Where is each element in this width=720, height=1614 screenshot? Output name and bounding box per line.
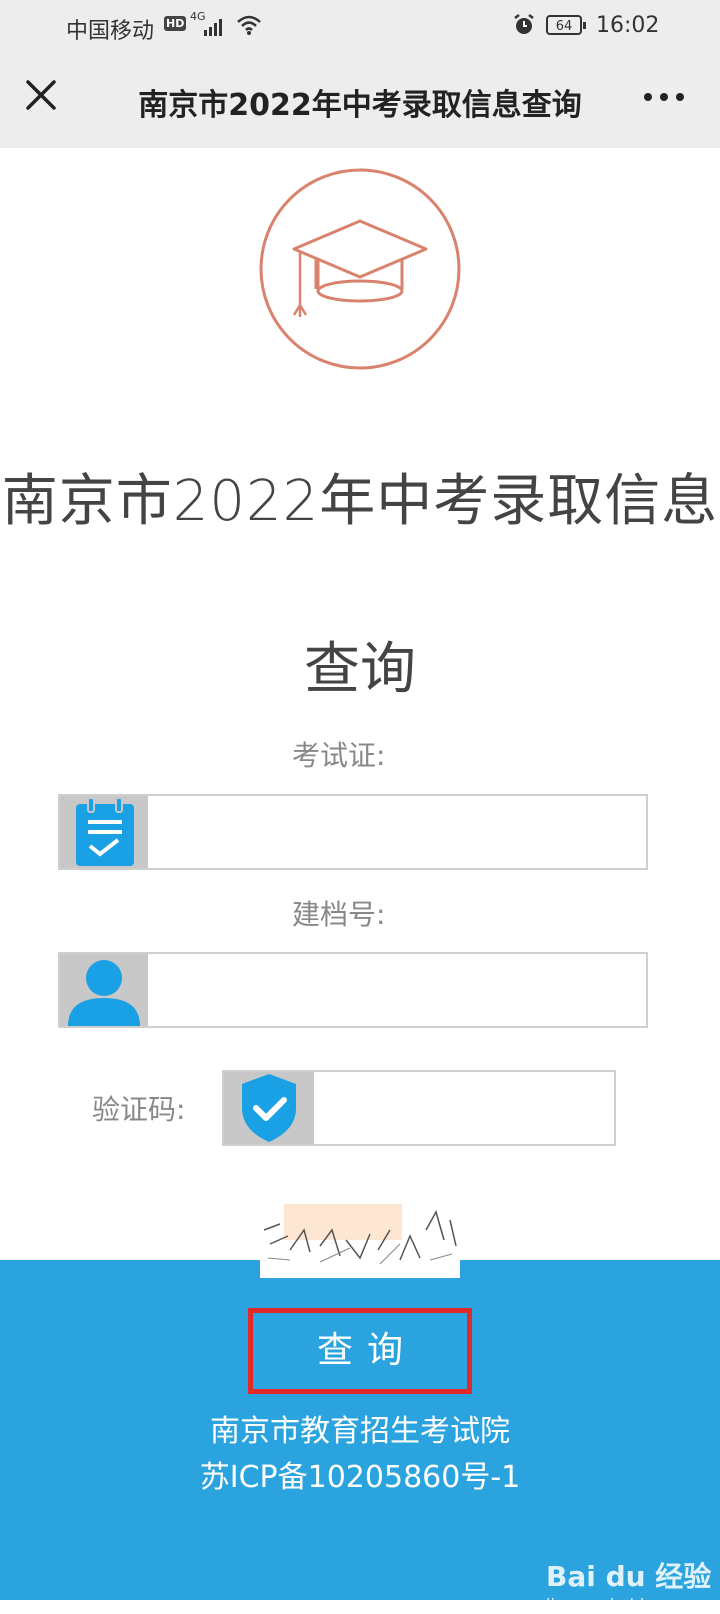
battery-icon: 64: [546, 15, 586, 35]
file-no-label: 建档号:: [292, 898, 386, 931]
file-no-field[interactable]: [58, 952, 648, 1028]
exam-id-input[interactable]: [152, 800, 642, 864]
clipboard-check-icon: [76, 797, 134, 866]
user-icon: [68, 960, 140, 1026]
baidu-watermark: Bai du 经验 jingyan.baidu.com: [546, 1555, 711, 1614]
shield-check-icon: [242, 1074, 296, 1142]
query-button[interactable]: 查询: [248, 1308, 472, 1394]
watermark-url: jingyan.baidu.com: [546, 1595, 694, 1614]
battery-level: 64: [555, 19, 573, 34]
carrier-name: 中国移动: [66, 19, 155, 44]
organization-name: 南京市教育招生考试院: [210, 1414, 510, 1449]
page-title-line2: 查询: [304, 637, 416, 702]
graduation-cap-logo-icon: [259, 168, 461, 370]
captcha-label: 验证码:: [92, 1093, 186, 1126]
watermark-brand: Bai du 经验: [546, 1560, 712, 1593]
signal-icon: [204, 19, 222, 36]
exam-id-icon-box: [60, 796, 148, 868]
captcha-icon-box: [224, 1072, 314, 1144]
clock-time: 16:02: [596, 13, 660, 38]
file-no-icon-box: [60, 954, 148, 1026]
nav-bar: 南京市2022年中考录取信息查询: [0, 52, 720, 148]
more-options-icon[interactable]: [640, 82, 690, 112]
page-title: 南京市2022年中考录取信息: [1, 469, 719, 534]
status-bar: 中国移动 HD 4G 64 16:02: [0, 0, 720, 52]
captcha-noise-icon: [263, 1210, 457, 1265]
exam-id-field[interactable]: [58, 794, 648, 870]
icp-number: 苏ICP备10205860号-1: [199, 1460, 521, 1495]
captcha-image[interactable]: [260, 1200, 460, 1278]
footer: 查询 南京市教育招生考试院 苏ICP备10205860号-1 Bai du 经验…: [0, 1260, 720, 1614]
alarm-icon: [514, 14, 534, 34]
nav-title: 南京市2022年中考录取信息查询: [138, 88, 582, 123]
hd-badge: HD: [164, 16, 187, 31]
exam-id-label: 考试证:: [292, 739, 386, 772]
wifi-icon: [237, 15, 261, 35]
file-no-input[interactable]: [152, 958, 642, 1022]
captcha-input[interactable]: [316, 1076, 610, 1140]
captcha-field[interactable]: [222, 1070, 616, 1146]
